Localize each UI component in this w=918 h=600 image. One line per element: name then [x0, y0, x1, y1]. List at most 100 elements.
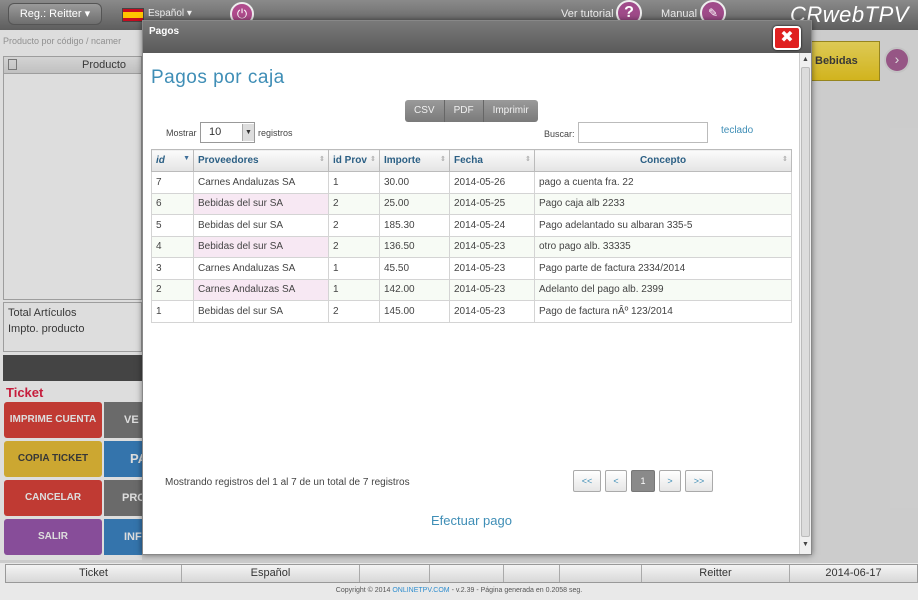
cell-concepto: Pago caja alb 2233 [534, 192, 792, 215]
records-label: registros [258, 128, 293, 138]
column-header-proveedores[interactable]: Proveedores ⇕ [193, 149, 329, 172]
language-selector[interactable]: Español ▾ [148, 8, 192, 19]
table-row[interactable]: 5 Bebidas del sur SA 2 185.30 2014-05-24… [151, 214, 792, 237]
cell-id: 3 [151, 257, 194, 280]
copyright-footer: Copyright © 2014 ONLINETPV.COM - v.2.39 … [0, 587, 918, 594]
status-cell [360, 565, 430, 582]
cell-id: 5 [151, 214, 194, 237]
table-info: Mostrando registros del 1 al 7 de un tot… [165, 477, 410, 488]
cell-importe: 145.00 [379, 300, 450, 323]
tutorial-link[interactable]: Ver tutorial [561, 8, 614, 20]
cell-importe: 25.00 [379, 192, 450, 215]
status-user: Reitter [642, 565, 790, 582]
status-ticket: Ticket [6, 565, 182, 582]
cell-id-prov: 1 [328, 278, 380, 301]
payments-table: id ▼ Proveedores ⇕ id Prov ⇕ Importe ⇕ Fecha… [151, 149, 792, 323]
cell-fecha: 2014-05-23 [449, 300, 535, 323]
copyright-prefix: Copyright © 2014 [335, 587, 393, 594]
table-row[interactable]: 6 Bebidas del sur SA 2 25.00 2014-05-25 … [151, 192, 792, 215]
page-length-select[interactable]: 10 ▼ [200, 122, 255, 143]
modal-header: Pagos ✖ [143, 21, 811, 53]
column-header-fecha[interactable]: Fecha ⇕ [449, 149, 535, 172]
cell-id: 2 [151, 278, 194, 301]
cell-id: 7 [151, 171, 194, 194]
page-length-value: 10 [209, 126, 222, 138]
cell-concepto: Adelanto del pago alb. 2399 [534, 278, 792, 301]
cell-proveedor: Bebidas del sur SA [193, 192, 329, 215]
table-row[interactable]: 1 Bebidas del sur SA 2 145.00 2014-05-23… [151, 300, 792, 323]
sort-icon: ⇕ [782, 156, 788, 163]
modal-body: Pagos por caja CSV PDF Imprimir Mostrar … [143, 53, 799, 554]
cell-concepto: Pago adelantado su albaran 335-5 [534, 214, 792, 237]
column-header-importe[interactable]: Importe ⇕ [379, 149, 450, 172]
cell-fecha: 2014-05-23 [449, 235, 535, 258]
register-dropdown[interactable]: Reg.: Reitter ▾ [8, 3, 102, 25]
cell-id-prov: 2 [328, 214, 380, 237]
cell-id-prov: 2 [328, 300, 380, 323]
sort-desc-icon: ▼ [183, 155, 190, 162]
cell-id: 4 [151, 235, 194, 258]
copyright-suffix: - v.2.39 - Página generada en 0.2058 seg… [449, 587, 583, 594]
print-button[interactable]: Imprimir [484, 100, 538, 122]
pager-page-1[interactable]: 1 [631, 470, 655, 492]
scroll-down-icon[interactable]: ▼ [802, 541, 809, 548]
chevron-down-icon[interactable]: ▼ [242, 124, 254, 141]
status-date: 2014-06-17 [825, 567, 882, 579]
cell-fecha: 2014-05-24 [449, 214, 535, 237]
close-icon[interactable]: ✖ [773, 26, 801, 50]
pagination: << < 1 > >> [573, 470, 713, 492]
status-language: Español [182, 565, 360, 582]
status-cell [504, 565, 560, 582]
manual-link[interactable]: Manual [661, 8, 697, 20]
cell-importe: 185.30 [379, 214, 450, 237]
pager-last-button[interactable]: >> [685, 470, 713, 492]
cell-proveedor: Bebidas del sur SA [193, 235, 329, 258]
cell-id-prov: 1 [328, 257, 380, 280]
column-header-id[interactable]: id ▼ [151, 149, 194, 172]
scrollbar-thumb[interactable] [801, 67, 810, 537]
table-row[interactable]: 7 Carnes Andaluzas SA 1 30.00 2014-05-26… [151, 171, 792, 194]
cell-concepto: otro pago alb. 33335 [534, 235, 792, 258]
column-header-id-prov[interactable]: id Prov ⇕ [328, 149, 380, 172]
cell-concepto: Pago de factura nÂº 123/2014 [534, 300, 792, 323]
modal-scrollbar[interactable]: ▲ ▼ [799, 53, 811, 554]
cell-fecha: 2014-05-23 [449, 257, 535, 280]
cell-fecha: 2014-05-25 [449, 192, 535, 215]
scroll-up-icon[interactable]: ▲ [802, 56, 809, 63]
pager-prev-button[interactable]: < [605, 470, 627, 492]
pagos-modal: Pagos ✖ Pagos por caja CSV PDF Imprimir … [142, 20, 812, 555]
pager-first-button[interactable]: << [573, 470, 601, 492]
cell-proveedor: Carnes Andaluzas SA [193, 171, 329, 194]
cell-id-prov: 2 [328, 192, 380, 215]
cell-proveedor: Bebidas del sur SA [193, 300, 329, 323]
show-label: Mostrar [166, 128, 197, 138]
spain-flag-icon[interactable] [122, 8, 144, 22]
search-label: Buscar: [544, 129, 575, 139]
cell-id-prov: 1 [328, 171, 380, 194]
cell-id-prov: 2 [328, 235, 380, 258]
table-row[interactable]: 3 Carnes Andaluzas SA 1 45.50 2014-05-23… [151, 257, 792, 280]
cell-id: 6 [151, 192, 194, 215]
cell-proveedor: Carnes Andaluzas SA [193, 257, 329, 280]
table-row[interactable]: 4 Bebidas del sur SA 2 136.50 2014-05-23… [151, 235, 792, 258]
cell-id: 1 [151, 300, 194, 323]
status-bar: Ticket Español Reitter 2014-06-17 [5, 564, 918, 583]
pdf-button[interactable]: PDF [445, 100, 484, 122]
status-cell [430, 565, 504, 582]
cell-fecha: 2014-05-26 [449, 171, 535, 194]
csv-button[interactable]: CSV [405, 100, 445, 122]
table-row[interactable]: 2 Carnes Andaluzas SA 1 142.00 2014-05-2… [151, 278, 792, 301]
page-title: Pagos por caja [151, 67, 285, 88]
pager-next-button[interactable]: > [659, 470, 681, 492]
cell-concepto: pago a cuenta fra. 22 [534, 171, 792, 194]
modal-title: Pagos [149, 26, 180, 37]
sort-icon: ⇕ [440, 156, 446, 163]
onlinetpv-link[interactable]: ONLINETPV.COM [392, 587, 449, 594]
keyboard-link[interactable]: teclado [721, 125, 753, 136]
cell-importe: 45.50 [379, 257, 450, 280]
cell-concepto: Pago parte de factura 2334/2014 [534, 257, 792, 280]
sort-icon: ⇕ [525, 156, 531, 163]
column-header-concepto[interactable]: Concepto ⇕ [534, 149, 792, 172]
efectuar-pago-link[interactable]: Efectuar pago [431, 513, 512, 528]
search-input[interactable] [578, 122, 708, 143]
